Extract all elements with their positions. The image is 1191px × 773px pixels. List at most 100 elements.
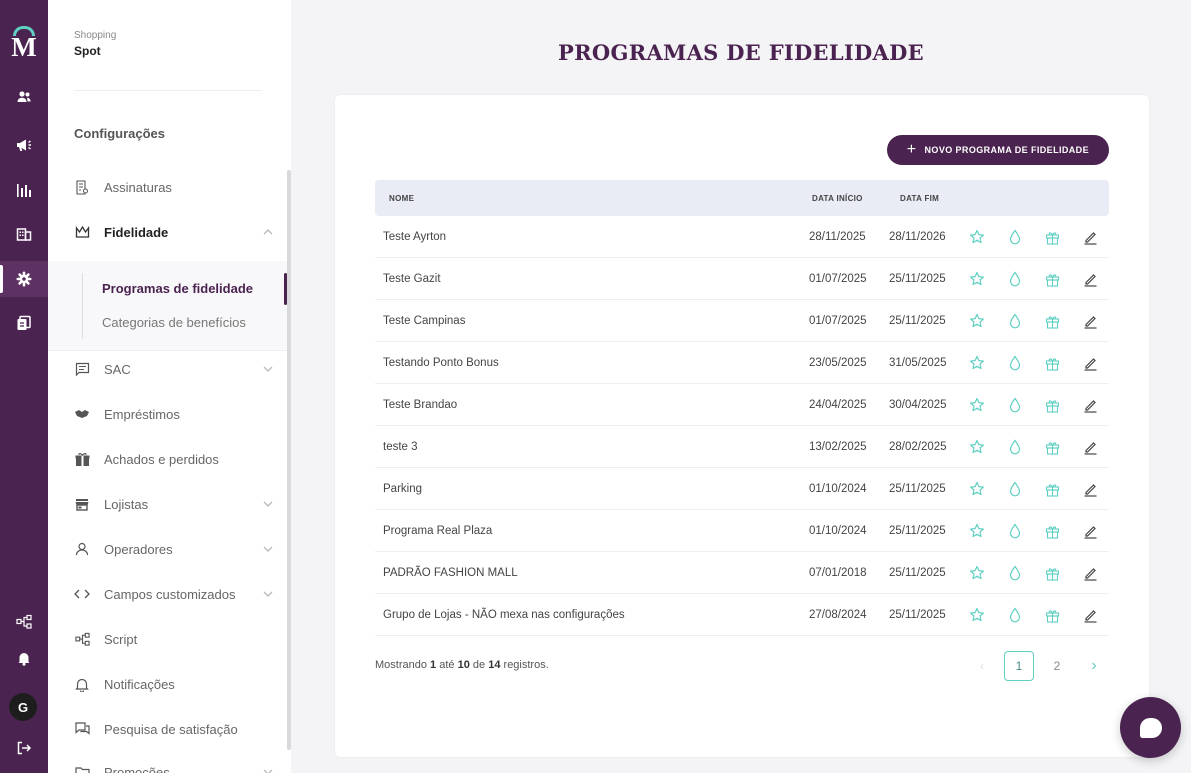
pagination-next[interactable]: › xyxy=(1079,651,1109,681)
sidebar-item-operadores[interactable]: Operadores xyxy=(74,537,274,561)
gift-icon[interactable] xyxy=(1043,312,1061,330)
edit-pencil-icon[interactable] xyxy=(1081,522,1099,540)
person-icon xyxy=(74,541,90,557)
gift-icon[interactable] xyxy=(1043,228,1061,246)
rail-logout-icon[interactable] xyxy=(0,730,48,766)
star-icon[interactable] xyxy=(968,354,986,372)
chevron-down-icon xyxy=(262,546,274,552)
star-icon[interactable] xyxy=(968,396,986,414)
cell-end-date: 28/11/2026 xyxy=(889,231,946,243)
star-icon[interactable] xyxy=(968,228,986,246)
rail-document-icon[interactable] xyxy=(0,305,48,341)
cell-name: Teste Brandao xyxy=(383,399,458,411)
sidebar-item-campos-customizados[interactable]: Campos customizados xyxy=(74,582,274,606)
rail-flow-icon[interactable] xyxy=(0,604,48,640)
rail-megaphone-icon[interactable] xyxy=(0,127,48,163)
edit-pencil-icon[interactable] xyxy=(1081,228,1099,246)
edit-pencil-icon[interactable] xyxy=(1081,354,1099,372)
edit-pencil-icon[interactable] xyxy=(1081,606,1099,624)
bell-icon xyxy=(74,676,90,692)
chat-widget-button[interactable] xyxy=(1120,697,1181,758)
gift-icon[interactable] xyxy=(1043,396,1061,414)
rail-building-icon[interactable] xyxy=(0,216,48,252)
chevron-down-icon xyxy=(262,366,274,372)
sidebar-item-label: Promoções xyxy=(104,764,170,773)
org-selector[interactable]: Shopping Spot xyxy=(74,30,116,58)
gift-icon[interactable] xyxy=(1043,354,1061,372)
column-header-start[interactable]: DATA INÍCIO xyxy=(812,194,863,203)
cell-end-date: 30/04/2025 xyxy=(889,399,947,411)
logo-letter: M xyxy=(11,32,37,62)
gift-icon[interactable] xyxy=(1043,522,1061,540)
submenu-programas-de-fidelidade[interactable]: Programas de fidelidade xyxy=(102,281,253,296)
star-icon[interactable] xyxy=(968,438,986,456)
drop-icon[interactable] xyxy=(1006,606,1024,624)
cell-end-date: 25/11/2025 xyxy=(889,609,946,621)
pagination-page-1[interactable]: 1 xyxy=(1004,651,1034,681)
drop-icon[interactable] xyxy=(1006,396,1024,414)
drop-icon[interactable] xyxy=(1006,480,1024,498)
rail-gear-icon[interactable] xyxy=(0,261,48,297)
drop-icon[interactable] xyxy=(1006,354,1024,372)
edit-pencil-icon[interactable] xyxy=(1081,312,1099,330)
edit-pencil-icon[interactable] xyxy=(1081,396,1099,414)
cell-name: Teste Campinas xyxy=(383,315,466,327)
sidebar-item-label: Script xyxy=(104,631,138,647)
sidebar-item-assinaturas[interactable]: Assinaturas xyxy=(74,175,274,199)
new-program-button[interactable]: + NOVO PROGRAMA DE FIDELIDADE xyxy=(886,135,1109,165)
cell-start-date: 23/05/2025 xyxy=(809,357,867,369)
pagination-page-2[interactable]: 2 xyxy=(1042,651,1072,681)
sidebar-item-label: Notificações xyxy=(104,676,175,692)
edit-pencil-icon[interactable] xyxy=(1081,564,1099,582)
drop-icon[interactable] xyxy=(1006,228,1024,246)
edit-pencil-icon[interactable] xyxy=(1081,438,1099,456)
drop-icon[interactable] xyxy=(1006,522,1024,540)
rail-chart-icon[interactable] xyxy=(0,172,48,208)
gift-icon[interactable] xyxy=(1043,480,1061,498)
drop-icon[interactable] xyxy=(1006,564,1024,582)
sidebar-item-script[interactable]: Script xyxy=(74,627,274,651)
user-avatar[interactable]: G xyxy=(9,693,37,721)
drop-icon[interactable] xyxy=(1006,312,1024,330)
cell-start-date: 24/04/2025 xyxy=(809,399,867,411)
settings-sidebar: Shopping Spot Configurações Assinaturas … xyxy=(48,0,291,773)
gift-icon[interactable] xyxy=(1043,270,1061,288)
sidebar-item-label: Lojistas xyxy=(104,496,149,512)
star-icon[interactable] xyxy=(968,522,986,540)
sidebar-item-sac[interactable]: SAC xyxy=(74,357,274,381)
drop-icon[interactable] xyxy=(1006,438,1024,456)
star-icon[interactable] xyxy=(968,480,986,498)
gift-icon[interactable] xyxy=(1043,564,1061,582)
star-icon[interactable] xyxy=(968,270,986,288)
org-label: Shopping xyxy=(74,30,117,41)
submenu-categorias-de-beneficios[interactable]: Categorias de benefícios xyxy=(102,315,246,330)
column-header-name[interactable]: NOME xyxy=(389,194,414,203)
gift-icon[interactable] xyxy=(1043,606,1061,624)
sidebar-item-emprestimos[interactable]: Empréstimos xyxy=(74,402,274,426)
rail-users-icon[interactable] xyxy=(0,79,48,115)
drop-icon[interactable] xyxy=(1006,270,1024,288)
cell-start-date: 27/08/2024 xyxy=(809,609,867,621)
sidebar-item-pesquisa-de-satisfacao[interactable]: Pesquisa de satisfação xyxy=(74,717,274,741)
sidebar-item-lojistas[interactable]: Lojistas xyxy=(74,492,274,516)
pagination-prev[interactable]: ‹ xyxy=(967,651,997,681)
fidelidade-submenu: Programas de fidelidade Categorias de be… xyxy=(48,261,291,351)
star-icon[interactable] xyxy=(968,312,986,330)
star-icon[interactable] xyxy=(968,564,986,582)
table-row: Teste Gazit 01/07/2025 25/11/2025 xyxy=(375,258,1109,300)
sidebar-item-fidelidade[interactable]: Fidelidade xyxy=(74,220,274,244)
sidebar-item-achados-e-perdidos[interactable]: Achados e perdidos xyxy=(74,447,274,471)
rail-bell-icon[interactable] xyxy=(0,640,48,676)
sidebar-item-label: Operadores xyxy=(104,541,173,557)
edit-pencil-icon[interactable] xyxy=(1081,480,1099,498)
column-header-end[interactable]: DATA FIM xyxy=(900,194,939,203)
app-logo[interactable]: M xyxy=(8,26,40,66)
sidebar-item-promocoes[interactable]: Promoções xyxy=(74,760,274,773)
edit-pencil-icon[interactable] xyxy=(1081,270,1099,288)
sidebar-item-notificacoes[interactable]: Notificações xyxy=(74,672,274,696)
table-row: Programa Real Plaza 01/10/2024 25/11/2025 xyxy=(375,510,1109,552)
message-icon xyxy=(74,361,90,377)
star-icon[interactable] xyxy=(968,606,986,624)
gift-box-icon xyxy=(74,451,90,467)
gift-icon[interactable] xyxy=(1043,438,1061,456)
